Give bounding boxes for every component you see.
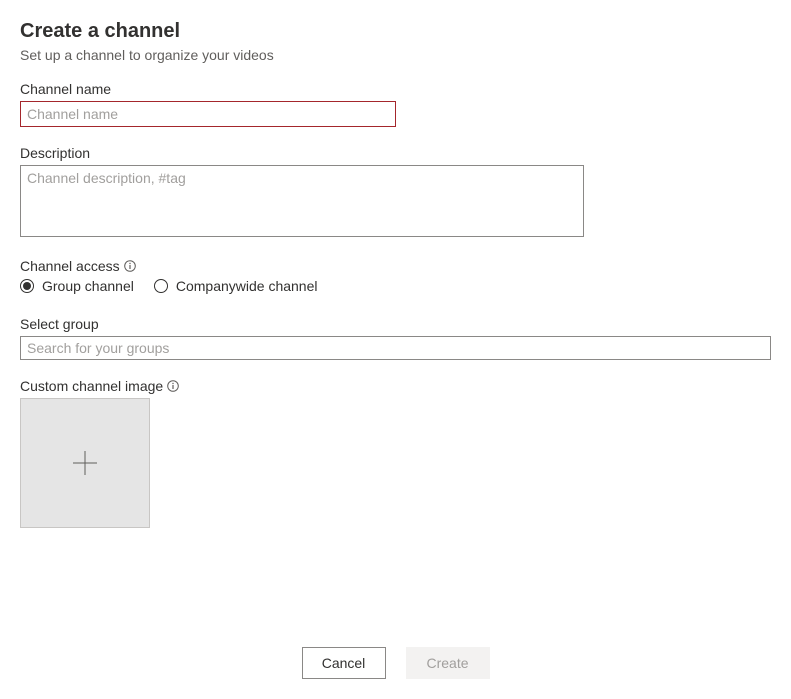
plus-icon [71,449,99,477]
channel-access-label: Channel access [20,258,771,274]
select-group-label: Select group [20,316,771,332]
radio-companywide-channel[interactable]: Companywide channel [154,278,318,294]
custom-image-label-text: Custom channel image [20,378,163,394]
custom-image-label: Custom channel image [20,378,771,394]
radio-group-channel[interactable]: Group channel [20,278,134,294]
info-icon[interactable] [167,380,179,392]
channel-access-radio-group: Group channel Companywide channel [20,278,771,294]
radio-group-channel-label: Group channel [42,278,134,294]
channel-access-label-text: Channel access [20,258,120,274]
channel-name-input[interactable] [20,101,396,127]
create-button: Create [406,647,490,679]
info-icon[interactable] [124,260,136,272]
custom-image-upload[interactable] [20,398,150,528]
radio-companywide-channel-label: Companywide channel [176,278,318,294]
footer-buttons: Cancel Create [0,647,791,679]
radio-button-icon [20,279,34,293]
page-title: Create a channel [20,20,771,43]
cancel-button[interactable]: Cancel [302,647,386,679]
page-subtitle: Set up a channel to organize your videos [20,47,771,63]
channel-name-label: Channel name [20,81,771,97]
radio-button-icon [154,279,168,293]
description-label: Description [20,145,771,161]
select-group-input[interactable] [20,336,771,360]
description-input[interactable] [20,165,584,237]
